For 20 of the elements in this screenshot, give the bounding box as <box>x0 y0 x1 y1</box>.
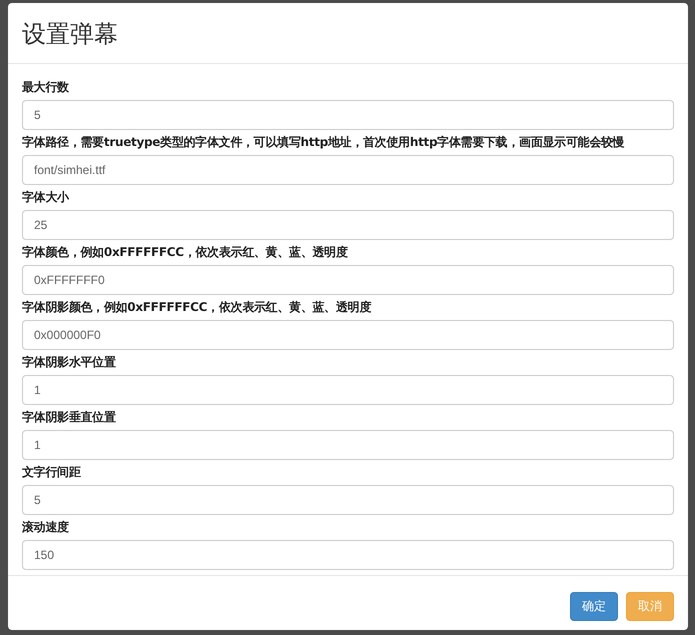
field-label: 最大行数 <box>22 80 70 95</box>
input-field[interactable]: font/simhei.ttf <box>22 155 674 185</box>
input-field[interactable]: 1 <box>22 375 674 405</box>
input-field[interactable]: 5 <box>22 100 674 130</box>
input-field[interactable]: 0xFFFFFFF0 <box>22 265 674 295</box>
field-label: 字体颜色，例如0xFFFFFFCC，依次表示红、黄、蓝、透明度 <box>22 245 349 260</box>
dialog-title: 设置弹幕 <box>22 19 119 50</box>
input-field[interactable]: 5 <box>22 485 674 515</box>
field-label: 字体阴影水平位置 <box>22 355 117 370</box>
field-label: 字体阴影垂直位置 <box>22 410 117 425</box>
field-label: 字体阴影颜色，例如0xFFFFFFCC，依次表示红、黄、蓝、透明度 <box>22 300 372 315</box>
field-label: 字体大小 <box>22 190 70 205</box>
input-field[interactable]: 1 <box>22 430 674 460</box>
input-field[interactable]: 0x000000F0 <box>22 320 674 350</box>
dialog-button[interactable]: 确定 <box>570 592 618 621</box>
field-label: 文字行间距 <box>22 465 82 480</box>
input-field[interactable]: 25 <box>22 210 674 240</box>
field-label: 滚动速度 <box>22 520 70 535</box>
field-label: 字体路径，需要truetype类型的字体文件，可以填写http地址，首次使用http字体需要下载，画面显示可能会较慢 <box>22 135 626 150</box>
input-field[interactable]: 150 <box>22 540 674 570</box>
